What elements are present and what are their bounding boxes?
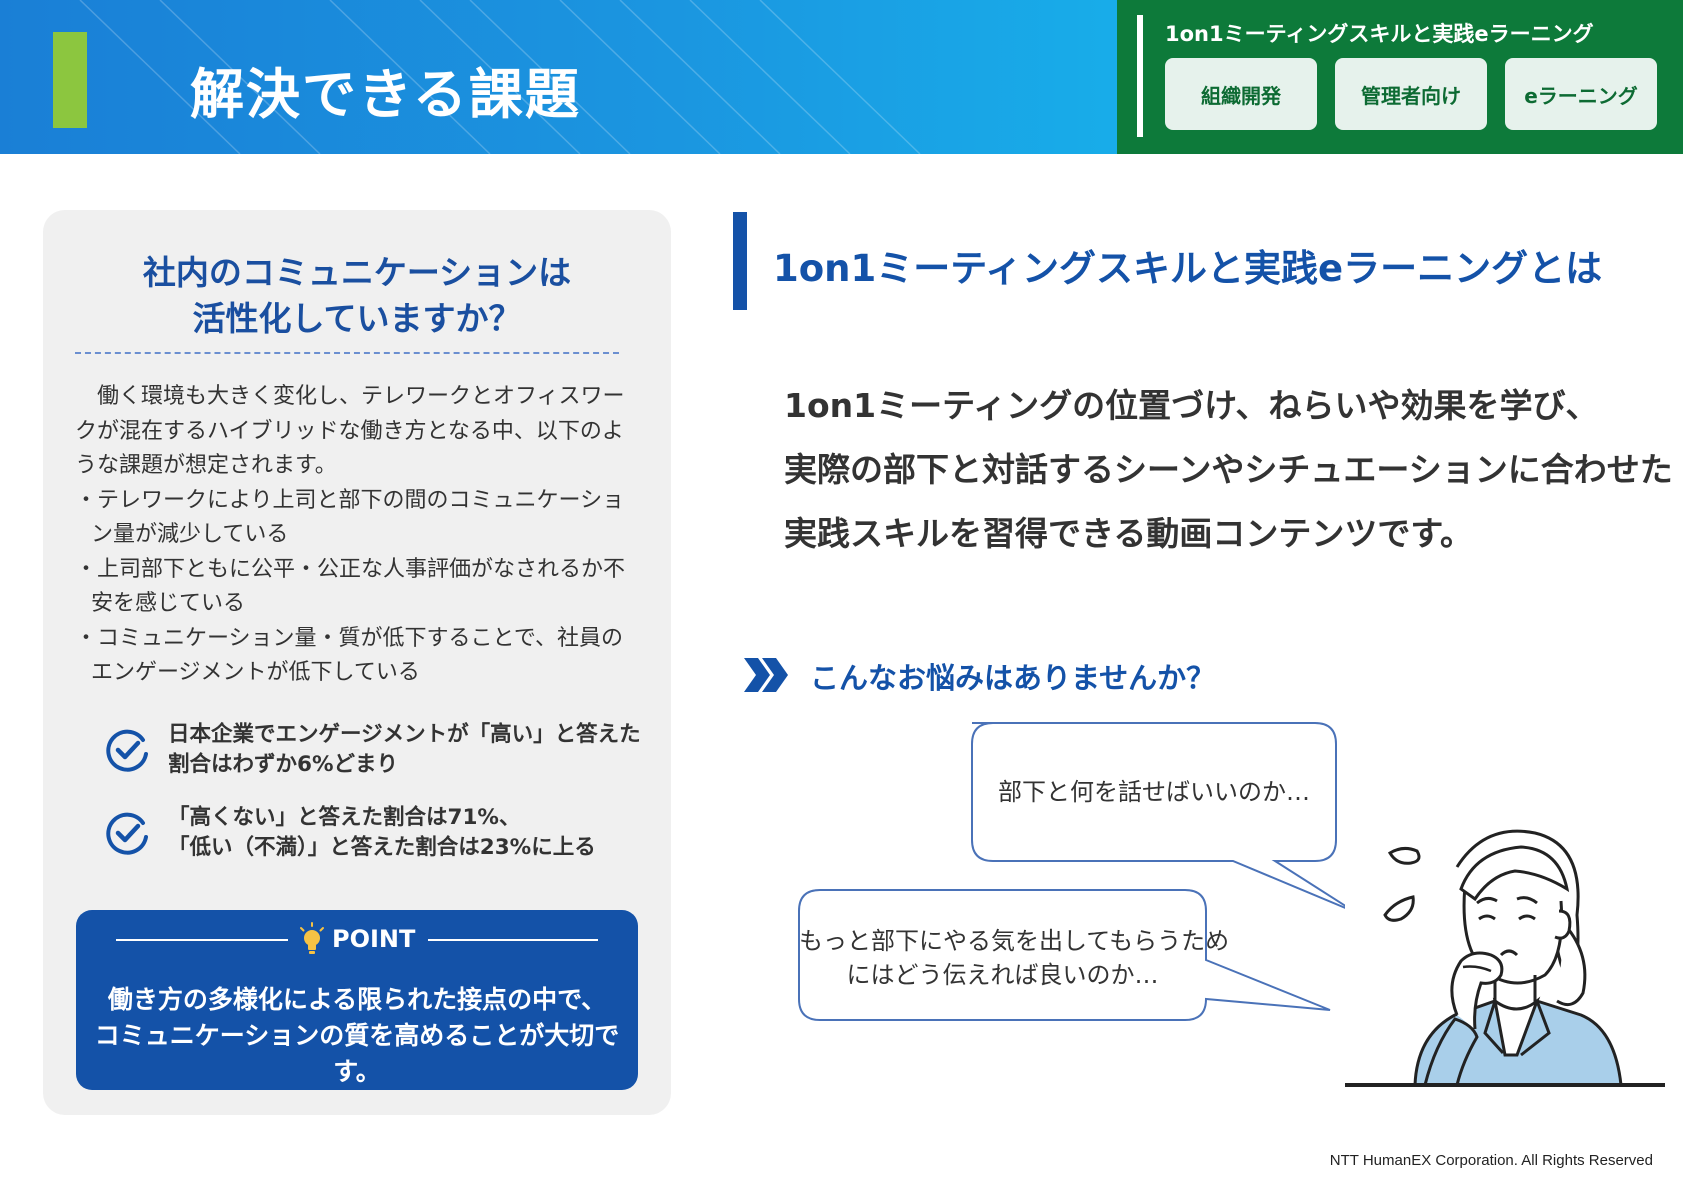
point-rule-right [428,939,598,941]
double-chevron-icon [744,658,788,692]
check-text-line: 割合はわずか6%どまり [168,752,399,777]
bubble-text-2: もっと部下にやる気を出してもらうため にはどう伝えれば良いのか… [799,924,1230,992]
question-title: 社内のコミュニケーションは 活性化していますか？ [43,250,671,342]
point-label: POINT [332,925,416,953]
bubble-text-line: にはどう伝えれば良いのか… [846,961,1159,989]
worried-person-illustration [1345,829,1665,1087]
section-accent-bar [733,212,747,310]
dashed-divider [75,352,619,354]
bullet-item: ・上司部下ともに公平・公正な人事評価がなされるか不安を感じている [75,556,626,617]
point-text-line: コミュニケーションの質を高めることが大切です。 [94,1021,620,1086]
point-text-line: 働き方の多様化による限られた接点の中で、 [107,985,607,1014]
header-banner: 解決できる課題 1on1ミーティングスキルと実践eラーニング 組織開発 管理者向… [0,0,1683,154]
point-text: 働き方の多様化による限られた接点の中で、 コミュニケーションの質を高めることが大… [76,982,638,1090]
bullet-item: ・テレワークにより上司と部下の間のコミュニケーション量が減少している [75,487,625,548]
issue-card: 社内のコミュニケーションは 活性化していますか？ 働く環境も大きく変化し、テレワ… [43,210,671,1115]
check-text-line: 日本企業でエンゲージメントが「高い」と答えた [168,722,641,747]
page-title: 解決できる課題 [190,63,581,126]
check-circle-icon [106,812,148,855]
speech-bubbles: 部下と何を話せばいいのか… もっと部下にやる気を出してもらうため にはどう伝えれ… [785,720,1345,1025]
intro-text: 働く環境も大きく変化し、テレワークとオフィスワークが混在するハイブリッドな働き方… [75,384,625,478]
bullet-item: ・コミュニケーション量・質が低下することで、社員のエンゲージメントが低下している [75,625,624,686]
tag-elearning[interactable]: eラーニング [1505,58,1657,130]
course-panel: 1on1ミーティングスキルと実践eラーニング 組織開発 管理者向け eラーニング [1117,0,1683,154]
description-line: 実践スキルを習得できる動画コンテンツです。 [784,514,1474,553]
issue-body: 働く環境も大きく変化し、テレワークとオフィスワークが混在するハイブリッドな働き方… [75,380,645,691]
tag-organization[interactable]: 組織開発 [1165,58,1317,130]
question-line-2: 活性化していますか？ [192,299,522,338]
description-line: 1on1ミーティングの位置づけ、ねらいや効果を学び、 [784,386,1599,425]
title-accent-bar [53,32,87,128]
check-text-line: 「高くない」と答えた割合は71%、 [168,805,521,830]
check-text-line: 「低い（不満）」と答えた割合は23%に上る [168,835,596,860]
lightbulb-icon [300,922,324,954]
tag-managers[interactable]: 管理者向け [1335,58,1487,130]
course-name: 1on1ミーティングスキルと実践eラーニング [1165,22,1594,46]
check-text: 日本企業でエンゲージメントが「高い」と答えた 割合はわずか6%どまり [168,720,641,780]
bubble-text-1: 部下と何を話せばいいのか… [998,778,1310,806]
point-rule-left [116,939,288,941]
course-panel-divider [1137,15,1143,137]
question-line-1: 社内のコミュニケーションは [142,253,572,292]
bubble-text-line: もっと部下にやる気を出してもらうため [799,927,1230,955]
course-description: 1on1ミーティングの位置づけ、ねらいや効果を学び、 実際の部下と対話するシーン… [784,374,1673,566]
point-box: POINT 働き方の多様化による限られた接点の中で、 コミュニケーションの質を高… [76,910,638,1090]
worry-title: こんなお悩みはありませんか？ [810,661,1216,695]
copyright-text: NTT HumanEX Corporation. All Rights Rese… [1329,1152,1653,1169]
check-text: 「高くない」と答えた割合は71%、 「低い（不満）」と答えた割合は23%に上る [168,803,596,863]
section-title: 1on1ミーティングスキルと実践eラーニングとは [773,247,1603,290]
check-circle-icon [106,729,148,772]
description-line: 実際の部下と対話するシーンやシチュエーションに合わせた [784,450,1673,489]
